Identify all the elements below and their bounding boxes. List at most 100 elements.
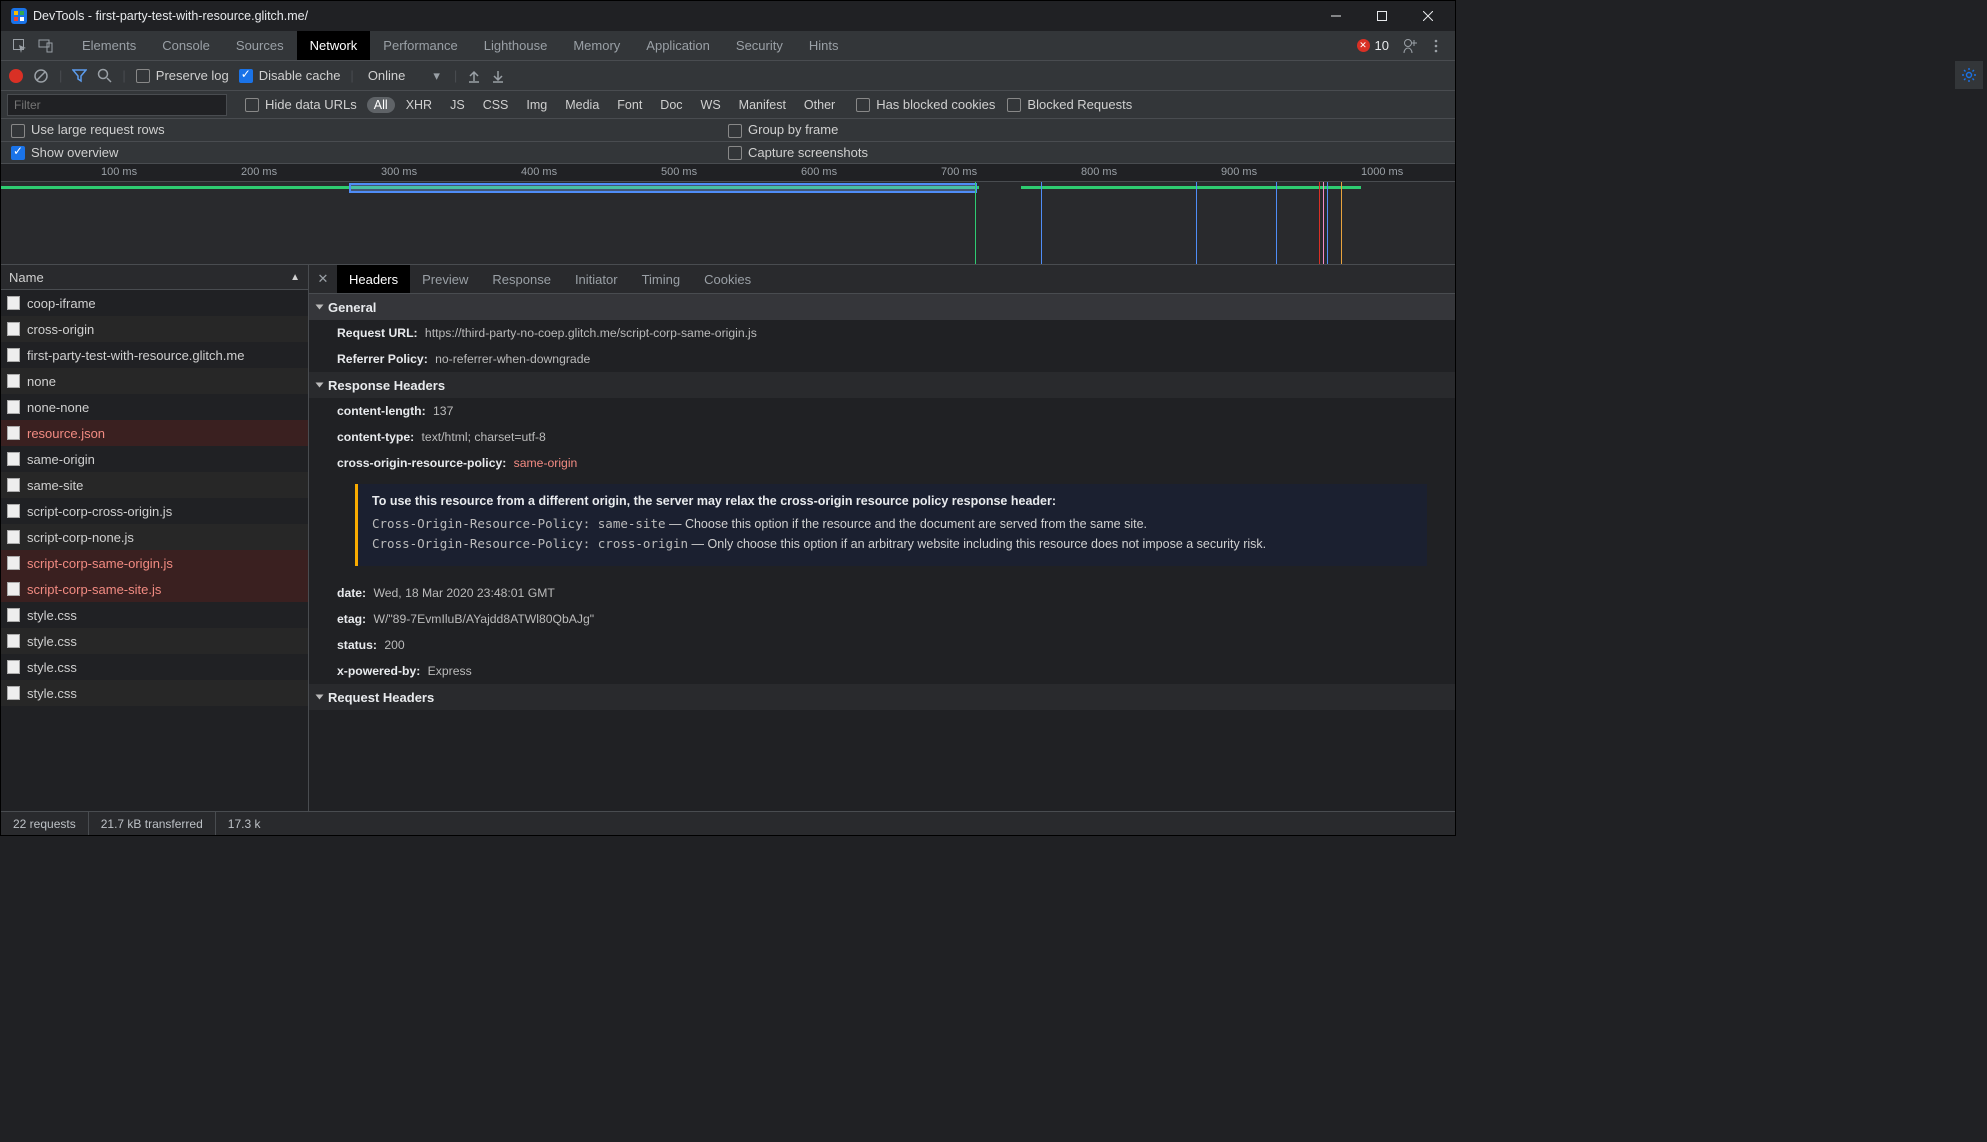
section-request-headers[interactable]: Request Headers <box>309 684 1455 710</box>
tab-elements[interactable]: Elements <box>69 31 149 60</box>
request-row[interactable]: cross-origin <box>1 316 308 342</box>
close-button[interactable] <box>1405 1 1451 31</box>
status-requests: 22 requests <box>1 812 89 835</box>
detail-tabs: ✕ HeadersPreviewResponseInitiatorTimingC… <box>309 264 1455 294</box>
has-blocked-cookies-checkbox[interactable]: Has blocked cookies <box>856 97 995 112</box>
section-general[interactable]: General <box>309 294 1455 320</box>
tab-memory[interactable]: Memory <box>560 31 633 60</box>
throttle-select[interactable]: Online▾ <box>364 68 444 84</box>
file-icon <box>7 452 20 466</box>
download-har-icon[interactable] <box>491 69 505 83</box>
type-pill-ws[interactable]: WS <box>694 97 728 113</box>
minimize-button[interactable] <box>1313 1 1359 31</box>
request-row[interactable]: same-origin <box>1 446 308 472</box>
request-row[interactable]: style.css <box>1 628 308 654</box>
status-resources: 17.3 k <box>216 812 273 835</box>
referrer-policy-value: no-referrer-when-downgrade <box>435 352 590 366</box>
tab-network[interactable]: Network <box>297 31 371 60</box>
whatsnew-icon[interactable] <box>1397 31 1423 60</box>
file-icon <box>7 530 20 544</box>
tab-performance[interactable]: Performance <box>370 31 470 60</box>
request-row[interactable]: none <box>1 368 308 394</box>
large-rows-checkbox[interactable]: Use large request rows <box>11 122 165 138</box>
settings-gear-icon[interactable] <box>1955 61 1983 89</box>
timeline-selection[interactable] <box>349 183 977 193</box>
request-row[interactable]: coop-iframe <box>1 290 308 316</box>
request-row[interactable]: none-none <box>1 394 308 420</box>
subtab-headers[interactable]: Headers <box>337 265 410 293</box>
filter-input[interactable] <box>7 94 227 116</box>
inspect-icon[interactable] <box>7 31 33 60</box>
section-response-headers[interactable]: Response Headers <box>309 372 1455 398</box>
preserve-log-checkbox[interactable]: Preserve log <box>136 68 229 83</box>
subtab-preview[interactable]: Preview <box>410 265 480 293</box>
file-icon <box>7 634 20 648</box>
status-transferred: 21.7 kB transferred <box>89 812 216 835</box>
request-row[interactable]: resource.json <box>1 420 308 446</box>
sort-asc-icon: ▲ <box>290 272 300 283</box>
request-row[interactable]: script-corp-cross-origin.js <box>1 498 308 524</box>
maximize-button[interactable] <box>1359 1 1405 31</box>
more-icon[interactable] <box>1423 31 1449 60</box>
type-pill-all[interactable]: All <box>367 97 395 113</box>
record-button[interactable] <box>9 69 23 83</box>
timeline-overview[interactable] <box>1 182 1455 264</box>
file-icon <box>7 660 20 674</box>
type-pill-other[interactable]: Other <box>797 97 842 113</box>
clear-button[interactable] <box>33 68 49 84</box>
issues-counter[interactable]: ✕10 <box>1349 31 1397 60</box>
filter-icon[interactable] <box>72 68 87 83</box>
window-title: DevTools - first-party-test-with-resourc… <box>33 9 1313 23</box>
type-pill-manifest[interactable]: Manifest <box>732 97 793 113</box>
disable-cache-checkbox[interactable]: Disable cache <box>239 68 341 83</box>
corp-value: same-origin <box>514 456 578 470</box>
timeline[interactable]: 100 ms200 ms300 ms400 ms500 ms600 ms700 … <box>1 164 1455 264</box>
request-row[interactable]: first-party-test-with-resource.glitch.me <box>1 342 308 368</box>
filter-row: Hide data URLs AllXHRJSCSSImgMediaFontDo… <box>1 91 1455 119</box>
request-url-value: https://third-party-no-coep.glitch.me/sc… <box>425 326 757 340</box>
close-panel-button[interactable]: ✕ <box>309 265 337 293</box>
subtab-cookies[interactable]: Cookies <box>692 265 763 293</box>
type-pill-media[interactable]: Media <box>558 97 606 113</box>
capture-screenshots-checkbox[interactable]: Capture screenshots <box>728 145 868 161</box>
type-pill-doc[interactable]: Doc <box>653 97 689 113</box>
settings-row-1: Use large request rows Group by frame <box>1 119 1455 142</box>
devtools-icon <box>11 8 27 24</box>
tab-lighthouse[interactable]: Lighthouse <box>471 31 561 60</box>
search-icon[interactable] <box>97 68 112 83</box>
status-bar: 22 requests 21.7 kB transferred 17.3 k <box>1 811 1455 835</box>
request-row[interactable]: same-site <box>1 472 308 498</box>
hide-data-urls-checkbox[interactable]: Hide data URLs <box>245 97 357 112</box>
device-icon[interactable] <box>33 31 59 60</box>
file-icon <box>7 556 20 570</box>
tab-security[interactable]: Security <box>723 31 796 60</box>
file-icon <box>7 400 20 414</box>
upload-har-icon[interactable] <box>467 69 481 83</box>
subtab-initiator[interactable]: Initiator <box>563 265 630 293</box>
request-row[interactable]: script-corp-none.js <box>1 524 308 550</box>
issues-count-text: 10 <box>1375 38 1389 53</box>
request-row[interactable]: script-corp-same-site.js <box>1 576 308 602</box>
group-by-frame-checkbox[interactable]: Group by frame <box>728 122 838 138</box>
detail-panel: ✕ HeadersPreviewResponseInitiatorTimingC… <box>309 264 1455 811</box>
tab-application[interactable]: Application <box>633 31 723 60</box>
tab-console[interactable]: Console <box>149 31 223 60</box>
type-pill-xhr[interactable]: XHR <box>399 97 439 113</box>
blocked-requests-checkbox[interactable]: Blocked Requests <box>1007 97 1132 112</box>
type-pill-css[interactable]: CSS <box>476 97 516 113</box>
file-icon <box>7 296 20 310</box>
request-row[interactable]: style.css <box>1 602 308 628</box>
tab-hints[interactable]: Hints <box>796 31 852 60</box>
request-row[interactable]: style.css <box>1 654 308 680</box>
tab-sources[interactable]: Sources <box>223 31 297 60</box>
subtab-timing[interactable]: Timing <box>630 265 693 293</box>
type-pill-js[interactable]: JS <box>443 97 472 113</box>
name-column-header[interactable]: Name▲ <box>1 264 308 290</box>
type-pill-img[interactable]: Img <box>519 97 554 113</box>
show-overview-checkbox[interactable]: Show overview <box>11 145 118 161</box>
file-icon <box>7 582 20 596</box>
request-row[interactable]: style.css <box>1 680 308 706</box>
request-row[interactable]: script-corp-same-origin.js <box>1 550 308 576</box>
type-pill-font[interactable]: Font <box>610 97 649 113</box>
subtab-response[interactable]: Response <box>480 265 563 293</box>
